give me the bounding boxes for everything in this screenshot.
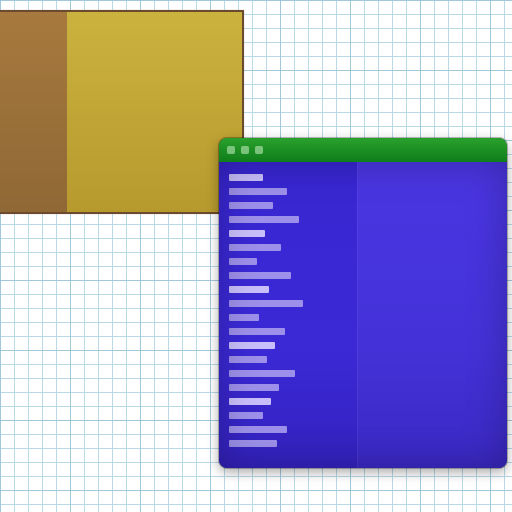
code-token-bar (229, 272, 291, 279)
code-line (229, 270, 349, 281)
code-token-bar (229, 440, 277, 447)
code-token-bar (229, 174, 263, 181)
code-token-bar (229, 328, 285, 335)
code-token-bar (229, 216, 299, 223)
titlebar-control-icon[interactable] (255, 146, 263, 154)
code-line (229, 354, 349, 365)
code-token-bar (229, 188, 287, 195)
code-token-bar (229, 370, 295, 377)
code-line (229, 396, 349, 407)
code-token-bar (229, 202, 273, 209)
window-titlebar[interactable] (219, 138, 507, 162)
code-line (229, 368, 349, 379)
code-line (229, 186, 349, 197)
code-line (229, 424, 349, 435)
code-line (229, 326, 349, 337)
color-card-right (67, 12, 242, 212)
code-token-bar (229, 300, 303, 307)
code-token-bar (229, 342, 275, 349)
code-line (229, 256, 349, 267)
canvas (0, 0, 512, 512)
code-line (229, 228, 349, 239)
code-line (229, 214, 349, 225)
code-token-bar (229, 244, 281, 251)
titlebar-control-icon[interactable] (241, 146, 249, 154)
code-token-bar (229, 258, 257, 265)
window-body (219, 162, 507, 468)
color-card-left (0, 12, 67, 212)
color-card (0, 10, 244, 214)
code-line (229, 382, 349, 393)
code-token-bar (229, 412, 263, 419)
code-pane[interactable] (219, 162, 357, 468)
code-line (229, 242, 349, 253)
code-line (229, 312, 349, 323)
code-line (229, 284, 349, 295)
code-token-bar (229, 356, 267, 363)
titlebar-control-icon[interactable] (227, 146, 235, 154)
code-line (229, 438, 349, 449)
code-token-bar (229, 314, 259, 321)
code-token-bar (229, 398, 271, 405)
code-line (229, 410, 349, 421)
code-token-bar (229, 286, 269, 293)
code-token-bar (229, 426, 287, 433)
code-token-bar (229, 230, 265, 237)
preview-pane[interactable] (357, 162, 507, 468)
code-line (229, 200, 349, 211)
app-window[interactable] (219, 138, 507, 468)
code-line (229, 298, 349, 309)
code-line (229, 172, 349, 183)
code-line (229, 340, 349, 351)
code-token-bar (229, 384, 279, 391)
